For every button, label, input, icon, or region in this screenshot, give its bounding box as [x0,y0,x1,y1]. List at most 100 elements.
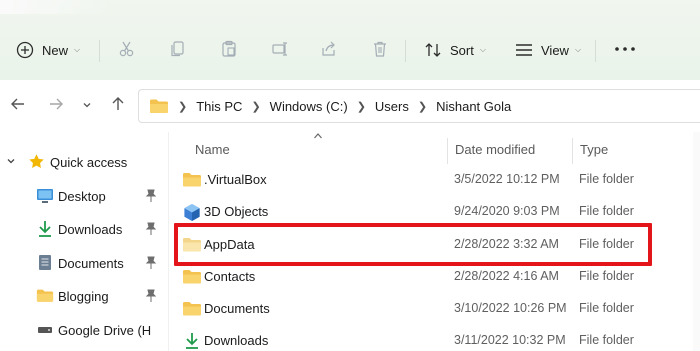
sidebar-item-documents[interactable]: Documents [0,250,168,276]
copy-button[interactable] [169,36,187,64]
new-button[interactable]: New ⌵ [16,36,80,64]
file-date-modified: 3/10/2022 10:26 PM [454,301,567,315]
title-bar-remnant [0,0,110,14]
arrow-right-icon [48,96,64,115]
chevron-down-icon[interactable] [6,156,16,166]
file-name: AppData [204,237,255,252]
column-divider[interactable] [447,138,448,164]
breadcrumb-this-pc[interactable]: This PC [196,99,242,114]
delete-button[interactable] [371,36,389,64]
folder-icon [182,171,202,191]
more-options-button[interactable] [614,36,636,64]
address-bar[interactable]: ❯ This PC ❯ Windows (C:) ❯ Users ❯ Nisha… [138,89,700,123]
file-name: Downloads [204,333,269,348]
cut-icon [118,40,136,61]
sidebar-item-label: Documents [58,256,124,271]
file-list: Name Date modified Type .VirtualBox 3/5/… [170,132,700,351]
chevron-down-icon: ⌵ [574,45,582,54]
folder-icon [36,288,54,303]
sort-button-label: Sort [450,42,474,58]
3d-objects-icon [182,203,202,225]
file-row-3d-objects[interactable]: 3D Objects 9/24/2020 9:03 PM File folder [170,196,700,228]
rename-icon [271,40,289,61]
folder-icon [149,98,169,114]
sidebar-item-blogging[interactable]: Blogging [0,283,168,309]
file-date-modified: 2/28/2022 3:32 AM [454,237,559,251]
folder-icon [182,300,202,320]
column-header-name[interactable]: Name [195,142,230,157]
file-row-documents[interactable]: Documents 3/10/2022 10:26 PM File folder [170,293,700,325]
document-icon [38,254,52,271]
new-button-label: New [42,42,69,58]
view-button[interactable]: View ⌵ [515,36,581,64]
folder-icon [182,268,202,288]
rename-button[interactable] [271,36,289,64]
pane-divider [168,132,169,351]
sidebar-item-downloads[interactable]: Downloads [0,216,168,242]
view-button-label: View [541,42,569,58]
sidebar-item-label: Quick access [50,155,128,170]
sidebar-item-desktop[interactable]: Desktop [0,183,168,209]
download-icon [184,332,200,351]
file-row-appdata[interactable]: AppData 2/28/2022 3:32 AM File folder [170,229,700,261]
vertical-scrollbar[interactable] [693,132,700,351]
pin-icon[interactable] [145,289,157,306]
share-icon [320,40,338,61]
toolbar-divider [405,40,406,62]
file-row-contacts[interactable]: Contacts 2/28/2022 4:16 AM File folder [170,261,700,293]
cut-button[interactable] [118,36,136,64]
sort-button[interactable]: Sort ⌵ [424,36,486,64]
sidebar-item-google-drive[interactable]: Google Drive (H [0,317,168,343]
column-divider[interactable] [572,138,573,164]
file-date-modified: 3/5/2022 10:12 PM [454,172,560,186]
navigation-pane: Quick access Desktop Downloads Documents [0,132,168,351]
breadcrumb-windows-c[interactable]: Windows (C:) [270,99,348,114]
breadcrumb-nishant-gola[interactable]: Nishant Gola [436,99,511,114]
share-button[interactable] [320,36,338,64]
arrow-left-icon [10,96,26,115]
pin-icon[interactable] [145,189,157,206]
forward-button[interactable] [45,94,67,116]
plus-circle-icon [16,41,34,59]
sidebar-item-label: Google Drive (H [58,323,152,338]
sidebar-item-label: Desktop [58,189,106,204]
toolbar-divider [595,40,596,62]
file-name: 3D Objects [204,204,269,219]
file-name: Contacts [204,269,256,284]
file-date-modified: 3/11/2022 10:32 PM [454,333,566,347]
breadcrumb-users[interactable]: Users [375,99,409,114]
recent-locations-button[interactable] [76,94,98,116]
toolbar-divider [99,40,100,62]
sidebar-item-label: Downloads [58,222,123,237]
column-header-type[interactable]: Type [580,142,608,157]
folder-icon [182,236,202,256]
delete-icon [371,40,389,61]
up-button[interactable] [107,94,129,116]
breadcrumb-separator-icon: ❯ [417,100,428,113]
copy-icon [169,40,187,61]
file-name: Documents [204,301,270,316]
drive-icon [37,325,53,335]
sidebar-item-quick-access[interactable]: Quick access [0,149,168,175]
file-date-modified: 2/28/2022 4:16 AM [454,269,559,283]
view-icon [515,41,533,59]
address-row: ❯ This PC ❯ Windows (C:) ❯ Users ❯ Nisha… [0,80,700,132]
file-type: File folder [579,269,634,283]
breadcrumb-separator-icon: ❯ [251,100,261,113]
arrow-up-icon [110,96,126,115]
sort-icon [424,41,442,59]
command-bar: New ⌵ Sort ⌵ View ⌵ [0,0,700,80]
file-row-virtualbox[interactable]: .VirtualBox 3/5/2022 10:12 PM File folde… [170,164,700,196]
star-icon [28,153,45,170]
column-header-date-modified[interactable]: Date modified [455,142,535,157]
back-button[interactable] [7,94,29,116]
paste-icon [220,40,238,61]
file-name: .VirtualBox [204,172,267,187]
chevron-down-icon [82,98,92,113]
pin-icon[interactable] [145,222,157,239]
file-type: File folder [579,172,634,186]
paste-button[interactable] [220,36,238,64]
pin-icon[interactable] [145,256,157,273]
desktop-icon [36,188,54,204]
file-row-downloads[interactable]: Downloads 3/11/2022 10:32 PM File folder [170,325,700,351]
